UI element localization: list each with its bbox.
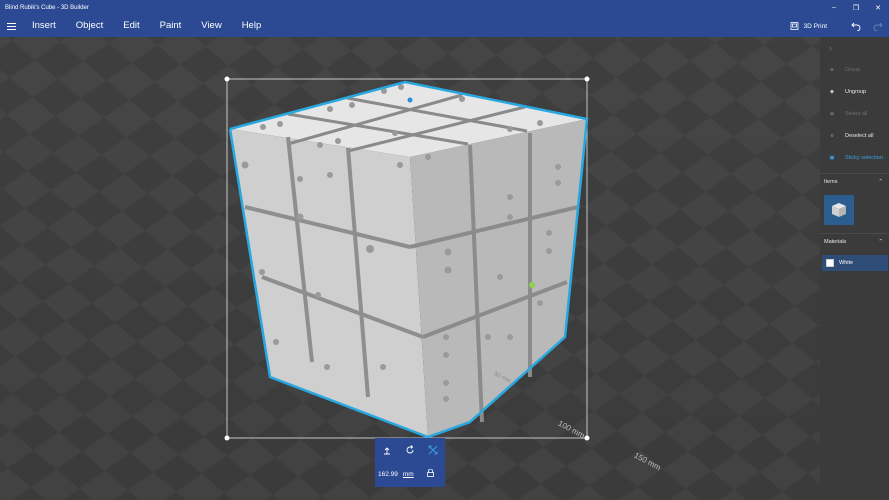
- materials-section-header[interactable]: Materials ⌃: [820, 233, 889, 249]
- group-icon: ◈: [829, 67, 835, 73]
- panel-collapse-icon[interactable]: ›: [820, 37, 889, 59]
- ungroup-label: Ungroup: [845, 89, 867, 95]
- unit-selector[interactable]: mm: [403, 471, 414, 478]
- sticky-selection-label: Sticky selection: [845, 155, 883, 161]
- deselect-all-button[interactable]: ○ Deselect all: [820, 125, 889, 147]
- group-button[interactable]: ◈ Group: [820, 59, 889, 81]
- menu-view[interactable]: View: [191, 15, 231, 37]
- 3d-print-label: 3D Print: [803, 22, 827, 30]
- material-swatch: [826, 259, 834, 267]
- sticky-selection-icon: ▣: [829, 155, 835, 161]
- 3d-viewport[interactable]: 100 mm 150 mm 50 mm: [0, 37, 820, 500]
- printer-icon: [790, 22, 798, 30]
- redo-icon[interactable]: [867, 15, 889, 37]
- materials-heading: Materials: [824, 238, 847, 245]
- ungroup-icon: ◈: [829, 89, 835, 95]
- material-name: White: [839, 260, 854, 266]
- chevron-up-icon: ⌃: [878, 238, 883, 245]
- rotate-icon[interactable]: [405, 442, 415, 460]
- scale-icon[interactable]: [428, 442, 438, 460]
- item-thumbnail[interactable]: [824, 195, 854, 225]
- select-all-label: Select all: [845, 111, 868, 117]
- maximize-button[interactable]: ❐: [845, 0, 867, 15]
- hamburger-menu-icon[interactable]: [0, 15, 22, 37]
- chevron-up-icon: ⌃: [878, 178, 883, 185]
- select-all-button[interactable]: ◉ Select all: [820, 103, 889, 125]
- lock-icon[interactable]: [426, 468, 434, 479]
- transform-toolbar: 162.99 mm: [375, 438, 445, 487]
- 3d-print-button[interactable]: 3D Print: [790, 22, 827, 30]
- selection-handle-top-left[interactable]: [224, 76, 230, 82]
- menu-paint[interactable]: Paint: [150, 15, 192, 37]
- title-bar: Blind Rubik's Cube - 3D Builder – ❐ ✕: [0, 0, 889, 15]
- menu-help[interactable]: Help: [232, 15, 272, 37]
- deselect-all-icon: ○: [830, 133, 834, 139]
- menu-object[interactable]: Object: [66, 15, 113, 37]
- move-icon[interactable]: [382, 442, 392, 460]
- menu-edit[interactable]: Edit: [113, 15, 149, 37]
- ungroup-button[interactable]: ◈ Ungroup: [820, 81, 889, 103]
- deselect-all-label: Deselect all: [845, 133, 874, 139]
- size-value[interactable]: 162.99: [378, 471, 398, 478]
- minimize-button[interactable]: –: [823, 0, 845, 15]
- items-section-header[interactable]: Items ⌃: [820, 173, 889, 189]
- close-button[interactable]: ✕: [867, 0, 889, 15]
- group-label: Group: [845, 67, 861, 73]
- window-title: Blind Rubik's Cube - 3D Builder: [5, 4, 89, 11]
- items-heading: Items: [824, 178, 838, 185]
- selection-handle-bottom-right[interactable]: [584, 435, 590, 441]
- selection-handle-top-right[interactable]: [584, 76, 590, 82]
- menu-bar: Insert Object Edit Paint View Help 3D Pr…: [0, 15, 889, 37]
- grid-floor: [0, 37, 820, 500]
- right-panel: › ◈ Group ◈ Ungroup ◉ Select all ○ Desel…: [820, 37, 889, 500]
- menu-insert[interactable]: Insert: [22, 15, 66, 37]
- select-all-icon: ◉: [829, 111, 835, 117]
- undo-icon[interactable]: [845, 15, 867, 37]
- material-item[interactable]: White: [822, 255, 888, 271]
- sticky-selection-toggle[interactable]: ▣ Sticky selection: [820, 147, 889, 169]
- selection-handle-bottom-left[interactable]: [224, 435, 230, 441]
